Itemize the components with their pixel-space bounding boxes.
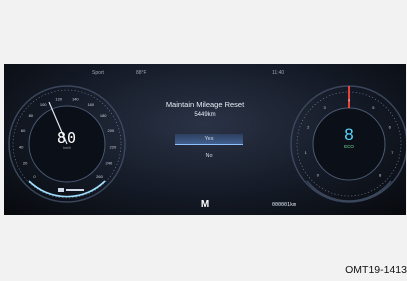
speed-tick-label: 220 — [110, 144, 117, 149]
brand-logo: M — [200, 199, 210, 210]
speed-tick-label: 260 — [96, 174, 103, 179]
gear-indicator: 8 — [344, 125, 354, 144]
odometer: 000001km — [272, 202, 297, 208]
speed-unit: km/h — [63, 146, 71, 150]
clock: 11:40 — [272, 70, 285, 76]
drive-mode-label: ECO — [344, 144, 354, 149]
outside-temperature: 88°F — [136, 70, 147, 76]
speed-tick-label: 20 — [23, 160, 28, 165]
fuel-gauge-bar — [66, 189, 84, 191]
speed-tick-label: 40 — [19, 144, 24, 149]
menu-title: Maintain Mileage Reset — [165, 100, 245, 109]
option-no[interactable]: No — [175, 151, 243, 161]
option-yes[interactable]: Yes — [175, 134, 243, 145]
instrument-cluster-display: 0 20 40 60 80 100 120 140 160 180 200 220 240 260 012… — [4, 64, 406, 215]
speed-tick-label: 200 — [108, 128, 115, 133]
rpm-tick-label: 7 — [391, 150, 394, 155]
speed-tick-label: 240 — [106, 160, 113, 165]
figure-code: OMT19-1413 — [345, 264, 407, 276]
speed-tick-label: 60 — [21, 128, 26, 133]
rpm-tick-label: 8 — [379, 173, 382, 178]
fuel-icon — [58, 188, 64, 192]
drive-mode-status: Sport — [92, 70, 104, 76]
rpm-tick-label: 0 — [317, 173, 320, 178]
rpm-tick-label: 1 — [305, 150, 308, 155]
mileage-value: 5449km — [194, 112, 216, 118]
speed-readout: 80 — [56, 129, 78, 147]
speed-tick-label: 0 — [33, 174, 36, 179]
